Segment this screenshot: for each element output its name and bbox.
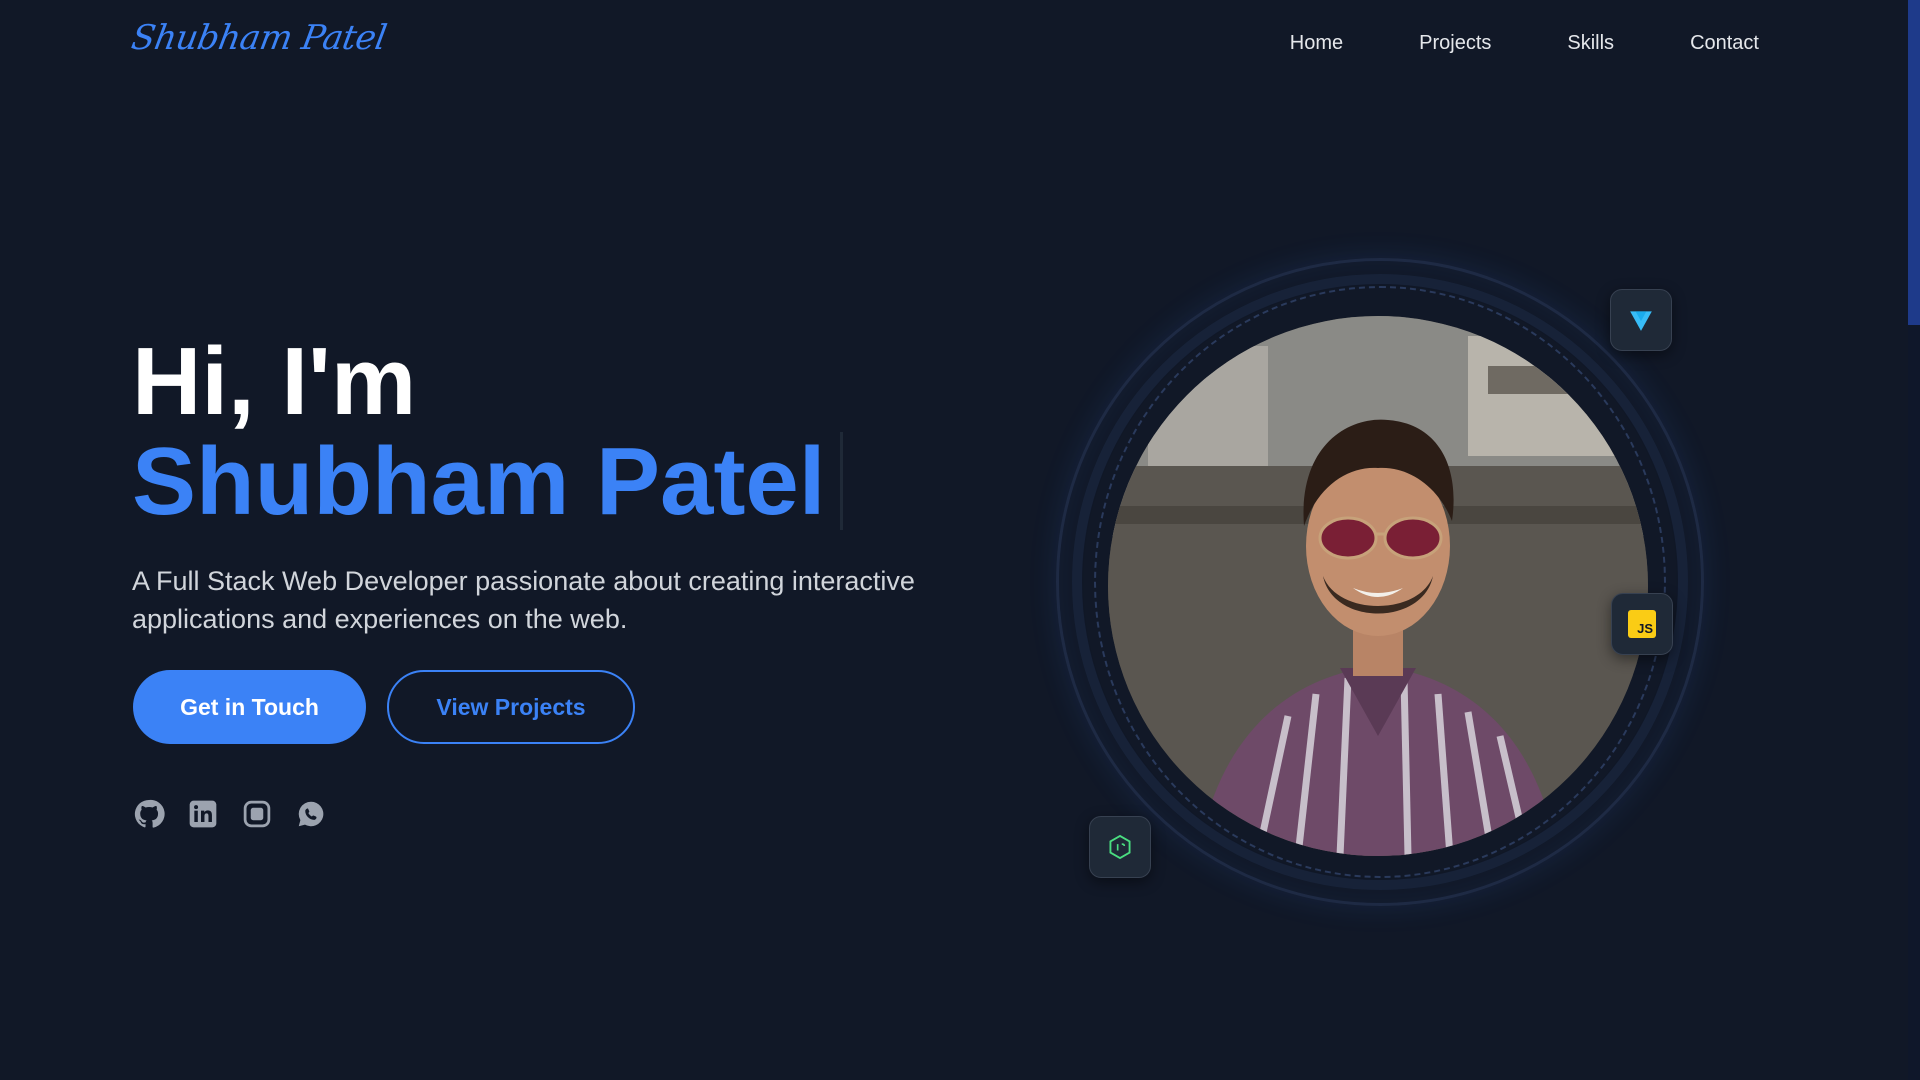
portfolio-page: Shubham Patel Home Projects Skills Conta… xyxy=(0,0,1920,1080)
hero-tagline: A Full Stack Web Developer passionate ab… xyxy=(132,566,915,634)
vue-badge xyxy=(1610,289,1672,351)
scrollbar-track[interactable] xyxy=(1908,0,1920,1080)
site-logo[interactable]: Shubham Patel xyxy=(128,18,389,58)
main-nav: Home Projects Skills Contact xyxy=(1214,30,1759,56)
typing-caret xyxy=(840,432,843,530)
javascript-icon: JS xyxy=(1628,610,1656,638)
nav-projects[interactable]: Projects xyxy=(1419,30,1491,56)
vue-icon xyxy=(1630,311,1652,331)
view-projects-button[interactable]: View Projects xyxy=(387,670,635,744)
javascript-badge: JS xyxy=(1611,593,1673,655)
social-links xyxy=(132,797,348,831)
nav-home[interactable]: Home xyxy=(1290,30,1343,56)
nav-contact[interactable]: Contact xyxy=(1690,30,1759,56)
nodejs-icon xyxy=(1109,834,1131,860)
hero-name: Shubham Patel xyxy=(132,428,826,535)
profile-photo xyxy=(1108,316,1648,856)
nodejs-badge xyxy=(1089,816,1151,878)
whatsapp-icon[interactable] xyxy=(294,797,328,831)
github-icon[interactable] xyxy=(132,797,166,831)
linkedin-icon[interactable] xyxy=(186,797,220,831)
scrollbar-thumb[interactable] xyxy=(1908,0,1920,325)
instagram-icon[interactable] xyxy=(240,797,274,831)
hero-greeting: Hi, I'm xyxy=(132,328,417,435)
get-in-touch-button[interactable]: Get in Touch xyxy=(133,670,366,744)
nav-skills[interactable]: Skills xyxy=(1567,30,1614,56)
